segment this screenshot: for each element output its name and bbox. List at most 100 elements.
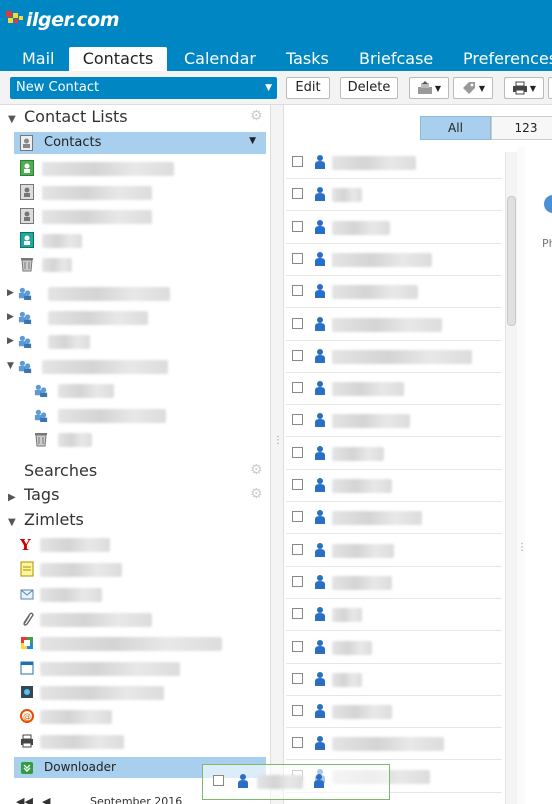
checkbox[interactable] [292,672,303,684]
move-button[interactable]: ▼ [409,77,449,99]
checkbox[interactable] [292,156,303,167]
contact-row[interactable] [286,179,502,212]
checkbox[interactable] [292,640,303,652]
group-name[interactable] [48,311,148,325]
splitter-grip-icon[interactable]: ⋮ [517,542,527,553]
contact-name [332,705,392,720]
contact-row[interactable] [286,276,502,309]
expand-triangle-icon[interactable]: ▶ [7,336,14,346]
group-name[interactable] [58,409,166,423]
address-book-name[interactable] [42,186,152,200]
contact-row[interactable] [286,502,502,535]
list-scrollbar[interactable] [505,152,517,804]
filter-all-button[interactable]: All [420,116,491,140]
prev-year-icon[interactable]: ◀◀ [16,795,33,804]
chevron-down-icon[interactable]: ▼ [265,77,272,99]
expand-triangle-icon[interactable]: ▶ [7,312,14,322]
checkbox[interactable] [292,543,303,555]
chevron-down-icon[interactable]: ▼ [249,136,256,146]
edit-button[interactable]: Edit [286,77,330,99]
zimlet-name[interactable] [40,613,152,627]
scroll-thumb[interactable] [507,196,516,326]
group-name[interactable] [48,335,90,349]
checkbox[interactable] [292,252,303,264]
contact-row[interactable] [286,147,502,179]
contact-row[interactable] [286,664,502,696]
zimlet-name[interactable] [40,563,122,577]
tags-header[interactable]: ▶ Tags [8,485,59,504]
zimlets-header[interactable]: ▼ Zimlets [8,510,84,529]
zimlet-name[interactable] [40,538,110,552]
collapse-triangle-icon[interactable]: ▼ [8,517,24,528]
pane-splitter[interactable]: ⋮ [270,105,284,804]
gear-icon[interactable]: ⚙ [250,487,263,501]
contact-row[interactable] [286,728,502,761]
group-name[interactable] [58,384,114,398]
checkbox[interactable] [292,349,303,361]
contact-row[interactable] [286,535,502,567]
group-name[interactable] [42,360,168,374]
collapse-triangle-icon[interactable]: ▼ [8,114,24,125]
tag-button[interactable]: ▼ [453,77,493,99]
zimlet-name[interactable] [40,710,112,724]
contact-row[interactable] [286,696,502,729]
sidebar-item-contacts[interactable]: Contacts ▼ [14,132,266,154]
expand-triangle-icon[interactable]: ▶ [7,288,14,298]
reading-pane-splitter[interactable]: ⋮ [517,147,527,804]
splitter-grip-icon[interactable]: ⋮ [273,435,283,446]
contact-row[interactable] [286,567,502,599]
checkbox[interactable] [292,317,303,329]
checkbox[interactable] [292,608,303,620]
address-book-name[interactable] [42,162,174,176]
delete-button[interactable]: Delete [340,77,398,99]
contact-row[interactable] [286,373,502,406]
tab-mail[interactable]: Mail [16,47,61,71]
collapse-triangle-icon[interactable]: ▼ [7,361,14,371]
searches-header[interactable]: Searches [8,461,97,480]
zimlet-name[interactable] [40,686,164,700]
checkbox[interactable] [292,446,303,458]
more-button[interactable] [548,77,552,99]
address-book-name[interactable] [42,258,72,272]
group-name[interactable] [58,433,92,447]
tab-tasks[interactable]: Tasks [280,47,335,71]
contact-row[interactable] [286,341,502,373]
contact-row[interactable] [286,470,502,502]
print-button[interactable]: ▼ [504,77,544,99]
expand-triangle-icon[interactable]: ▶ [8,492,24,503]
checkbox[interactable] [292,479,303,490]
gear-icon[interactable]: ⚙ [250,463,263,477]
contact-row[interactable] [286,244,502,276]
checkbox[interactable] [292,220,303,232]
contact-lists-header[interactable]: ▼ Contact Lists [8,107,128,126]
contact-row[interactable] [286,632,502,664]
zimlet-name[interactable] [40,735,124,749]
checkbox[interactable] [292,575,303,587]
address-book-name[interactable] [42,210,152,224]
prev-month-icon[interactable]: ◀ [42,795,50,804]
new-contact-button[interactable]: New Contact ▼ [10,77,277,99]
zimlet-name[interactable] [40,662,180,676]
checkbox[interactable] [292,285,303,297]
checkbox[interactable] [292,737,303,749]
group-name[interactable] [48,287,170,301]
checkbox[interactable] [292,511,303,523]
contact-row[interactable] [286,309,502,341]
contact-row[interactable] [286,212,502,244]
contact-row[interactable] [286,405,502,438]
gear-icon[interactable]: ⚙ [250,109,263,123]
zimlet-name[interactable] [40,588,102,602]
contact-row[interactable] [286,599,502,632]
zimlet-name[interactable] [40,637,222,651]
tab-preferences[interactable]: Preferences [457,47,552,71]
address-book-name[interactable] [42,234,82,248]
checkbox[interactable] [292,705,303,717]
checkbox[interactable] [292,414,303,426]
tab-contacts[interactable]: Contacts [69,47,167,71]
checkbox[interactable] [292,382,303,394]
contact-row[interactable] [286,438,502,470]
filter-123-button[interactable]: 123 [491,116,552,140]
tab-calendar[interactable]: Calendar [178,47,262,71]
tab-briefcase[interactable]: Briefcase [353,47,439,71]
checkbox[interactable] [292,188,303,200]
